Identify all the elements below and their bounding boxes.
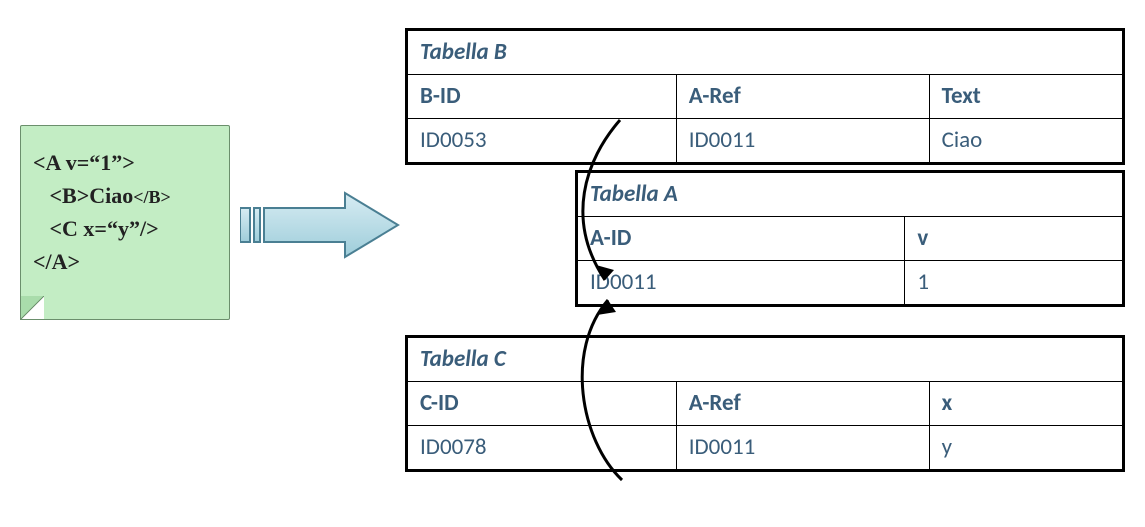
arrow-icon: [240, 190, 400, 260]
table-c-cell-x: y: [929, 426, 1122, 469]
table-a-header-aid: A-ID: [578, 217, 904, 260]
table-b: Tabella B B-ID A-Ref Text ID0053 ID0011 …: [405, 28, 1125, 165]
table-c-cell-cid: ID0078: [408, 426, 676, 469]
table-a: Tabella A A-ID v ID0011 1: [575, 170, 1125, 307]
table-c: Tabella C C-ID A-Ref x ID0078 ID0011 y: [405, 335, 1125, 472]
table-c-title: Tabella C: [408, 338, 1122, 381]
table-row: ID0053 ID0011 Ciao: [408, 118, 1122, 162]
table-b-cell-text: Ciao: [929, 119, 1122, 162]
table-c-header-cid: C-ID: [408, 382, 676, 425]
xml-line-2-text: Ciao: [89, 183, 133, 208]
table-a-cell-aid: ID0011: [578, 261, 904, 304]
table-b-cell-aref: ID0011: [676, 119, 929, 162]
table-b-header-aref: A-Ref: [676, 75, 929, 118]
table-row: ID0078 ID0011 y: [408, 425, 1122, 469]
table-a-title: Tabella A: [578, 173, 1122, 216]
table-c-cell-aref: ID0011: [676, 426, 929, 469]
table-row: ID0011 1: [578, 260, 1122, 304]
xml-note: <A v=“1”> <B>Ciao</B> <C x=“y”/> </A>: [20, 125, 230, 320]
xml-line-4: </A>: [33, 249, 80, 274]
table-b-cell-bid: ID0053: [408, 119, 676, 162]
table-b-header-text: Text: [929, 75, 1122, 118]
table-c-header-x: x: [929, 382, 1122, 425]
table-a-cell-v: 1: [904, 261, 1122, 304]
xml-line-2-close: </B>: [133, 187, 171, 207]
table-c-header-aref: A-Ref: [676, 382, 929, 425]
xml-snippet: <A v=“1”> <B>Ciao</B> <C x=“y”/> </A>: [33, 146, 219, 278]
xml-line-3: <C x=“y”/>: [33, 216, 159, 241]
xml-line-2-open: <B>: [33, 183, 89, 208]
table-b-title: Tabella B: [408, 31, 1122, 74]
table-a-header-v: v: [904, 217, 1122, 260]
xml-line-1: <A v=“1”>: [33, 150, 135, 175]
table-b-header-bid: B-ID: [408, 75, 676, 118]
